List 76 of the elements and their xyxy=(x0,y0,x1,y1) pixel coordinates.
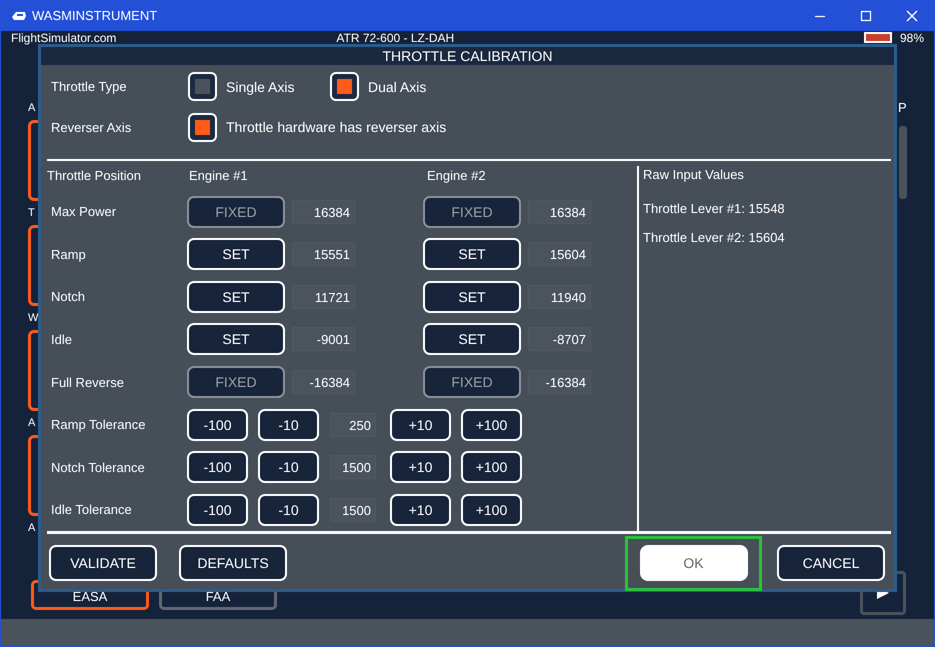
value-field: 15604 xyxy=(528,242,591,266)
section-label: A xyxy=(28,101,36,116)
set-button[interactable]: SET xyxy=(423,323,521,356)
set-button[interactable]: SET xyxy=(187,238,285,270)
fixed-button: FIXED xyxy=(423,196,521,228)
set-button[interactable]: SET xyxy=(187,323,285,356)
fixed-button: FIXED xyxy=(187,196,285,228)
column-header: Engine #2 xyxy=(426,168,486,184)
row-label: Max Power xyxy=(50,204,118,220)
set-button[interactable]: SET xyxy=(423,280,521,313)
checkbox[interactable] xyxy=(188,72,217,102)
site-name: FlightSimulator.com xyxy=(11,31,116,45)
dialog-title: THROTTLE CALIBRATION xyxy=(41,47,894,66)
window-title: WASMINSTRUMENT xyxy=(32,8,158,23)
dialog-button[interactable]: OK xyxy=(640,545,748,582)
fixed-button: FIXED xyxy=(187,366,285,398)
checkbox-label: Throttle hardware has reverser axis xyxy=(226,119,446,136)
field-label: Reverser Axis xyxy=(51,120,132,135)
checkbox-label: Dual Axis xyxy=(368,78,426,95)
close-icon xyxy=(906,10,918,22)
row-label: Idle xyxy=(50,332,73,347)
section-label: W xyxy=(28,311,38,326)
section-label: A xyxy=(28,521,36,536)
aircraft-name: ATR 72-600 - LZ-DAH xyxy=(336,31,454,45)
set-button[interactable]: SET xyxy=(423,238,521,270)
set-button[interactable]: SET xyxy=(187,280,285,313)
value-field: 1500 xyxy=(330,498,376,522)
value-field: 11721 xyxy=(292,284,355,309)
value-field: 1500 xyxy=(330,455,376,480)
app-icon xyxy=(12,10,26,20)
row-label: Full Reverse xyxy=(50,374,125,390)
value-field: -16384 xyxy=(292,370,355,394)
checkbox[interactable] xyxy=(330,72,359,102)
increment-button[interactable]: +100 xyxy=(461,408,522,441)
row-label: Ramp xyxy=(50,246,87,262)
dialog-button[interactable]: CANCEL xyxy=(777,545,885,582)
checkbox[interactable] xyxy=(188,112,217,142)
value-field: 15551 xyxy=(292,242,355,266)
fixed-button: FIXED xyxy=(423,366,521,398)
value-field: -8707 xyxy=(528,327,591,352)
column-header: Engine #1 xyxy=(188,168,249,184)
decrement-button[interactable]: -10 xyxy=(258,408,319,441)
value-field: -9001 xyxy=(292,327,355,352)
maximize-icon xyxy=(860,10,872,22)
decrement-button[interactable]: -100 xyxy=(187,494,248,526)
battery-icon xyxy=(864,32,892,43)
increment-button[interactable]: +10 xyxy=(390,408,451,441)
raw-value: Throttle Lever #1: 15548 xyxy=(643,201,786,216)
row-label: Ramp Tolerance xyxy=(50,417,146,432)
section-label: P xyxy=(898,100,907,116)
increment-button[interactable]: +100 xyxy=(461,494,522,526)
section-label: T xyxy=(28,206,35,221)
increment-button[interactable]: +10 xyxy=(390,494,451,526)
checkbox-label: Single Axis xyxy=(226,78,294,95)
dialog-button[interactable]: VALIDATE xyxy=(49,545,157,582)
value-field: 16384 xyxy=(292,200,355,224)
value-field: 16384 xyxy=(528,200,591,224)
decrement-button[interactable]: -10 xyxy=(258,451,319,484)
section-label: A xyxy=(28,416,36,431)
decrement-button[interactable]: -100 xyxy=(187,408,248,441)
column-header: Throttle Position xyxy=(47,168,142,184)
dialog-button[interactable]: DEFAULTS xyxy=(179,545,287,582)
panel-title: Raw Input Values xyxy=(643,167,745,182)
value-field: 11940 xyxy=(528,284,591,309)
value-field: 250 xyxy=(330,412,376,437)
increment-button[interactable]: +100 xyxy=(461,451,522,484)
battery-level: 98% xyxy=(900,31,924,45)
value-field: -16384 xyxy=(528,370,591,394)
field-label: Throttle Type xyxy=(51,79,128,94)
decrement-button[interactable]: -100 xyxy=(187,451,248,484)
raw-value: Throttle Lever #2: 15604 xyxy=(643,230,786,246)
row-label: Notch Tolerance xyxy=(50,460,146,475)
row-label: Notch xyxy=(50,289,86,304)
row-label: Idle Tolerance xyxy=(50,502,133,518)
decrement-button[interactable]: -10 xyxy=(258,494,319,526)
increment-button[interactable]: +10 xyxy=(390,451,451,484)
